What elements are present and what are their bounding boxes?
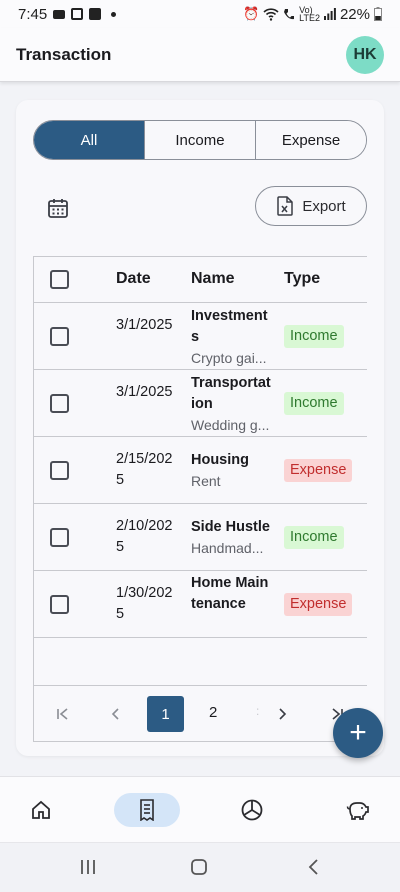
avatar[interactable]: HK — [346, 35, 384, 74]
row-name: Housing — [191, 452, 249, 468]
row-date: 2/15/2025 — [116, 451, 173, 488]
filter-segmented-control: All Income Expense — [33, 120, 367, 160]
row-name-cell: Housing Rent — [191, 450, 273, 492]
row-name-cell: Side Hustle Handmad... — [191, 517, 273, 559]
next-page-icon[interactable] — [278, 707, 288, 721]
recent-apps-icon[interactable] — [78, 857, 98, 877]
row-date: 1/30/2025 — [116, 585, 173, 622]
export-label: Export — [302, 197, 346, 215]
row-description: Handmad... — [191, 540, 264, 556]
previous-page-icon[interactable] — [110, 707, 120, 721]
pie-chart-icon — [241, 799, 263, 821]
row-name-cell: Home Maintenance — [191, 573, 273, 615]
page-title: Transaction — [16, 44, 112, 64]
wifi-icon — [263, 7, 279, 21]
app-bar: Transaction HK — [0, 28, 400, 82]
bottom-navigation — [0, 776, 400, 842]
row-name: Transportation — [191, 375, 271, 412]
dot-icon — [111, 11, 117, 17]
lte-label: Vo) LTE2 — [299, 5, 320, 23]
table-header: Date Name Type — [34, 257, 367, 303]
table-row[interactable]: 2/10/2025 Side Hustle Handmad... Income — [34, 504, 367, 571]
alarm-icon: ⏰ — [242, 6, 260, 21]
home-icon — [32, 800, 50, 819]
page-button-current[interactable]: 1 — [147, 696, 184, 732]
type-badge: Expense — [284, 593, 353, 616]
tab-expense[interactable]: Expense — [256, 121, 366, 159]
select-all-checkbox[interactable] — [50, 270, 69, 289]
row-checkbox[interactable] — [50, 595, 69, 614]
column-header-name: Name — [191, 270, 235, 287]
row-date: 3/1/2025 — [116, 317, 173, 333]
status-time: 7:45 — [18, 5, 48, 23]
status-bar: 7:45 ⏰ Vo) LTE2 22% — [0, 0, 400, 28]
excel-file-icon — [277, 196, 294, 216]
call-icon — [284, 8, 295, 19]
battery-icon — [374, 7, 382, 21]
row-date: 2/10/2025 — [116, 518, 173, 555]
row-description: Rent — [191, 473, 221, 489]
table-row[interactable]: 3/1/2025 Transportation Wedding g... Inc… — [34, 370, 367, 437]
nav-savings[interactable] — [325, 793, 391, 827]
check-box-icon — [89, 8, 102, 20]
add-transaction-button[interactable]: + — [333, 708, 383, 758]
tab-all[interactable]: All — [34, 121, 145, 159]
row-checkbox[interactable] — [50, 327, 69, 346]
column-header-type: Type — [284, 270, 321, 287]
type-badge: Income — [284, 526, 344, 549]
table-row[interactable]: 3/1/2025 Investments Crypto gai... Incom… — [34, 303, 367, 370]
home-button-icon[interactable] — [189, 857, 209, 877]
table-row[interactable]: 1/30/2025 Home Maintenance Expense — [34, 571, 367, 638]
row-name-cell: Investments Crypto gai... — [191, 306, 273, 369]
row-name: Investments — [191, 308, 268, 345]
transaction-card: All Income Expense Export Date Name Type… — [16, 100, 384, 756]
image-icon — [71, 8, 84, 20]
piggy-bank-icon — [346, 802, 369, 820]
nav-reports[interactable] — [219, 793, 285, 827]
nav-transactions[interactable] — [114, 793, 180, 827]
row-name: Side Hustle — [191, 519, 270, 535]
battery-percent: 22% — [339, 5, 370, 23]
transactions-table: Date Name Type 3/1/2025 Investments Cryp… — [33, 256, 367, 742]
page-button-2[interactable]: 2 — [209, 704, 217, 721]
row-checkbox[interactable] — [50, 461, 69, 480]
video-icon — [53, 9, 66, 19]
row-checkbox[interactable] — [50, 394, 69, 413]
calendar-icon[interactable] — [46, 196, 70, 220]
back-icon[interactable] — [304, 857, 324, 877]
row-name: Home Maintenance — [191, 575, 269, 612]
type-badge: Income — [284, 325, 344, 348]
tab-income[interactable]: Income — [145, 121, 256, 159]
export-button[interactable]: Export — [255, 186, 367, 226]
type-badge: Income — [284, 392, 344, 415]
table-row[interactable]: 2/15/2025 Housing Rent Expense — [34, 437, 367, 504]
nav-home[interactable] — [8, 793, 74, 827]
page-ellipsis: : — [256, 704, 260, 718]
row-description: Wedding g... — [191, 417, 270, 433]
row-checkbox[interactable] — [50, 528, 69, 547]
column-header-date: Date — [116, 270, 151, 287]
signal-icon — [323, 8, 336, 20]
plus-icon: + — [349, 716, 367, 749]
type-badge: Expense — [284, 459, 353, 482]
receipt-icon — [140, 799, 154, 821]
system-navigation-bar — [0, 842, 400, 892]
row-name-cell: Transportation Wedding g... — [191, 373, 273, 436]
first-page-icon[interactable] — [56, 707, 70, 721]
pagination: 1 2 : — [34, 685, 367, 741]
row-date: 3/1/2025 — [116, 384, 173, 400]
row-description: Crypto gai... — [191, 350, 267, 366]
